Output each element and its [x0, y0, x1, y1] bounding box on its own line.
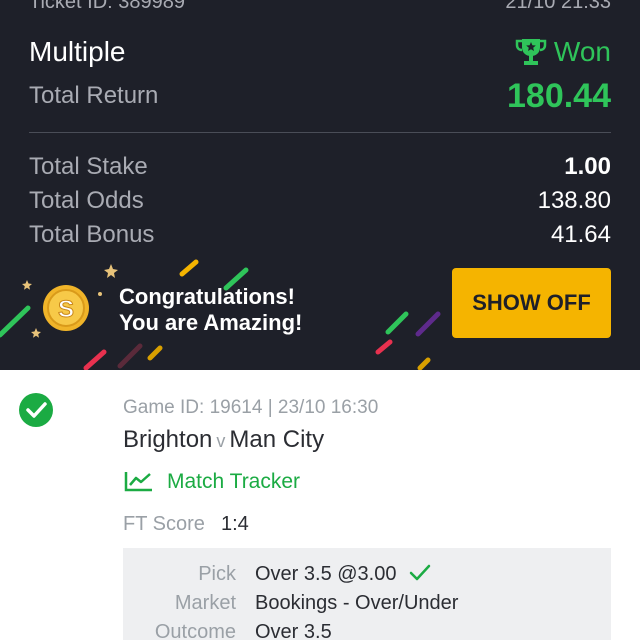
match-tracker-link[interactable]: Match Tracker — [167, 470, 300, 494]
check-circle-icon — [19, 393, 53, 427]
total-bonus-value: 41.64 — [550, 221, 611, 248]
match-title: Brighton v Man City — [123, 426, 324, 454]
svg-text:S: S — [58, 296, 74, 323]
coin-icon: S — [43, 285, 89, 331]
show-off-button[interactable]: SHOW OFF — [452, 268, 611, 338]
total-odds-value: 138.80 — [537, 187, 611, 214]
market-label: Market — [174, 592, 236, 614]
congrats-line-1: Congratulations! — [119, 284, 295, 309]
total-odds-label: Total Odds — [29, 187, 144, 214]
congrats-line-2: You are Amazing! — [119, 310, 303, 335]
ft-score-value: 1:4 — [221, 513, 249, 535]
outcome-value: Over 3.5 — [255, 621, 332, 640]
congrats-message: Congratulations! You are Amazing! — [119, 284, 302, 336]
chart-line-icon[interactable] — [124, 470, 154, 492]
game-id: Game ID: 19614 | 23/10 16:30 — [123, 397, 379, 418]
ticket-id: Ticket ID: 389989 — [29, 0, 186, 13]
outcome-label: Outcome — [154, 621, 236, 640]
market-value: Bookings - Over/Under — [255, 592, 459, 614]
ticket-date: 21/10 21:33 — [505, 0, 611, 13]
total-return-value: 180.44 — [507, 77, 611, 115]
versus-label: v — [216, 431, 226, 451]
away-team: Man City — [229, 426, 325, 453]
total-stake-value: 1.00 — [564, 153, 611, 180]
ft-score-label: FT Score — [123, 513, 205, 535]
status-text: Won — [553, 36, 611, 67]
status-badge: Won — [514, 36, 611, 68]
bet-type: Multiple — [29, 36, 126, 67]
total-return-label: Total Return — [29, 82, 159, 109]
checkmark-icon — [409, 564, 431, 581]
home-team: Brighton — [123, 426, 213, 453]
trophy-icon — [515, 39, 547, 65]
divider — [29, 132, 611, 133]
total-bonus-label: Total Bonus — [29, 221, 155, 248]
pick-value: Over 3.5 @3.00 — [255, 563, 397, 585]
pick-label: Pick — [198, 563, 236, 585]
total-stake-label: Total Stake — [29, 153, 148, 180]
ticket-summary-panel: Ticket ID: 389989 21/10 21:33 Multiple W… — [0, 0, 640, 370]
